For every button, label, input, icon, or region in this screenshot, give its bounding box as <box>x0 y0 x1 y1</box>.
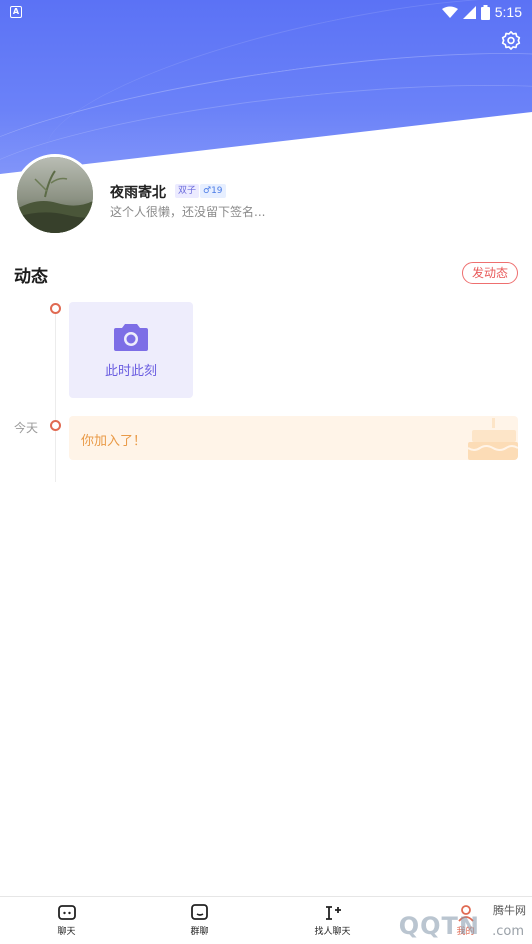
signal-icon <box>462 5 476 19</box>
nav-label: 找人聊天 <box>314 927 351 937</box>
avatar[interactable] <box>14 154 96 236</box>
nav-item-find-people[interactable]: 找人聊天 <box>266 897 399 944</box>
settings-button[interactable] <box>498 28 524 54</box>
wifi-icon <box>441 6 458 18</box>
camera-icon <box>114 323 148 351</box>
cake-icon <box>468 418 518 460</box>
a-notification-icon: A <box>10 6 22 18</box>
signature-text: 这个人很懒，还没留下签名... <box>110 205 266 219</box>
timeline-dot <box>50 420 61 431</box>
joined-event-text: 你加入了！ <box>81 434 147 449</box>
gear-icon <box>501 31 521 50</box>
nav-label: 聊天 <box>57 927 76 937</box>
status-time: 5:15 <box>494 4 522 20</box>
gender-age-badge: ♂19 <box>200 184 226 198</box>
nav-item-chat[interactable]: 聊天 <box>0 897 133 944</box>
profile-icon <box>457 905 474 922</box>
joined-event-card: 你加入了！ <box>69 416 518 460</box>
timeline-line <box>55 312 56 482</box>
group-chat-icon <box>190 904 208 920</box>
timeline-dot <box>50 303 61 314</box>
post-moment-button[interactable]: 发动态 <box>461 262 518 284</box>
nav-label: 群聊 <box>190 927 209 937</box>
nav-item-group-chat[interactable]: 群聊 <box>133 897 266 944</box>
capture-moment-card[interactable]: 此时此刻 <box>69 302 193 398</box>
status-bar: A 5:15 <box>0 0 532 24</box>
battery-icon <box>480 4 490 20</box>
bottom-navigation: 聊天 群聊 找人聊天 我的 <box>0 896 532 944</box>
zodiac-badge: 双子 <box>175 184 200 198</box>
capture-moment-label: 此时此刻 <box>104 363 157 379</box>
timeline-date: 今天 <box>14 421 39 435</box>
nav-item-profile[interactable]: 我的 <box>399 897 532 944</box>
moments-title: 动态 <box>14 267 48 287</box>
nav-label: 我的 <box>456 927 475 937</box>
avatar-image <box>17 157 93 233</box>
find-people-icon <box>325 906 341 920</box>
username: 夜雨寄北 <box>110 185 166 201</box>
chat-icon <box>57 905 76 920</box>
